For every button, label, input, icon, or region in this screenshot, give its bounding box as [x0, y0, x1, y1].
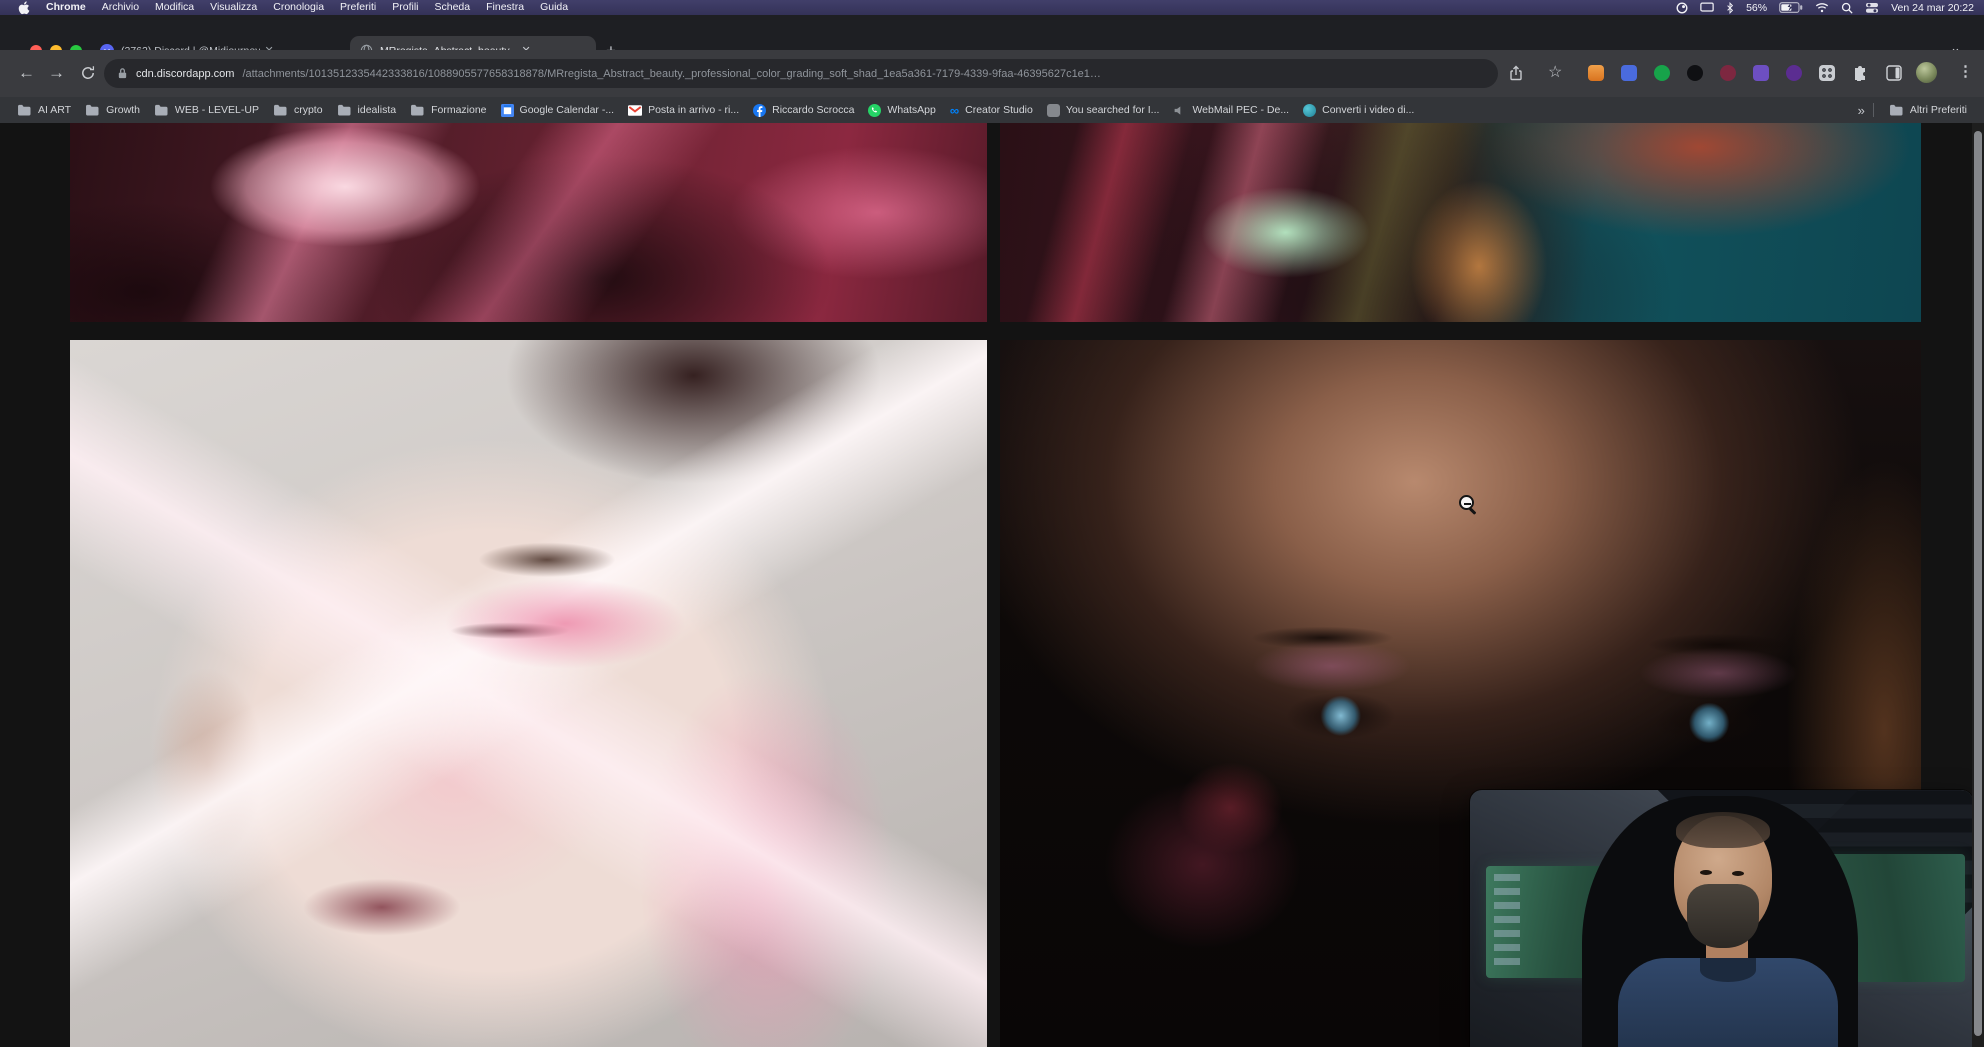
- bookmark-star-icon[interactable]: ☆: [1548, 62, 1562, 82]
- battery-icon[interactable]: [1779, 2, 1803, 13]
- menu-preferiti[interactable]: Preferiti: [332, 0, 384, 15]
- presenter-collar: [1700, 958, 1756, 982]
- bluetooth-icon[interactable]: [1726, 2, 1734, 14]
- folder-icon: [154, 104, 169, 116]
- menu-profili[interactable]: Profili: [384, 0, 426, 15]
- macos-menu-bar: Chrome Archivio Modifica Visualizza Cron…: [0, 0, 1984, 15]
- back-button[interactable]: ←: [18, 64, 35, 81]
- menu-finestra[interactable]: Finestra: [478, 0, 532, 15]
- generated-image-top-right: [1000, 123, 1921, 322]
- url-host: cdn.discordapp.com: [136, 68, 234, 80]
- obs-status-icon[interactable]: [1676, 2, 1688, 14]
- folder-icon: [85, 104, 100, 116]
- background-monitor-left-icons: [1494, 874, 1520, 970]
- folder-icon: [273, 104, 288, 116]
- presenter-beard: [1687, 884, 1759, 948]
- forward-button[interactable]: →: [48, 64, 65, 81]
- bookmark-gmail-inbox[interactable]: Posta in arrivo - ri...: [621, 100, 746, 120]
- menu-app-name[interactable]: Chrome: [38, 0, 94, 15]
- zoom-out-cursor: [1459, 495, 1474, 510]
- menu-modifica[interactable]: Modifica: [147, 0, 202, 15]
- bookmark-webmail-pec[interactable]: WebMail PEC - De...: [1166, 100, 1296, 120]
- green-extension-icon[interactable]: [1654, 65, 1670, 81]
- bookmark-folder-crypto[interactable]: crypto: [266, 100, 330, 120]
- bookmark-folder-formazione[interactable]: Formazione: [403, 100, 493, 120]
- battery-percent: 56%: [1746, 2, 1767, 14]
- side-panel-icon[interactable]: [1886, 65, 1902, 81]
- presenter-eye: [1700, 870, 1712, 875]
- bookmark-folder-growth[interactable]: Growth: [78, 100, 147, 120]
- purple-extension-icon[interactable]: [1753, 65, 1769, 81]
- bookmark-whatsapp[interactable]: WhatsApp: [861, 100, 942, 120]
- bookmark-folder-ai-art[interactable]: AI ART: [10, 100, 78, 120]
- lock-icon[interactable]: [117, 67, 128, 80]
- extensions-puzzle-icon[interactable]: [1852, 65, 1868, 81]
- blue-extension-icon[interactable]: [1621, 65, 1637, 81]
- generic-site-icon: [1047, 104, 1060, 117]
- display-icon[interactable]: [1700, 2, 1714, 13]
- apple-menu-icon[interactable]: [10, 1, 38, 15]
- folder-icon: [17, 104, 32, 116]
- gmail-icon: [628, 105, 642, 116]
- meta-infinity-icon: ∞: [950, 104, 959, 117]
- generated-image-bottom-left: [70, 340, 987, 1047]
- facebook-icon: [753, 104, 766, 117]
- url-path: /attachments/1013512335442333816/1088905…: [242, 68, 1485, 80]
- folder-icon: [1889, 104, 1904, 116]
- violet-extension-icon[interactable]: [1786, 65, 1802, 81]
- bookmark-converti-video[interactable]: Converti i video di...: [1296, 100, 1421, 120]
- bookmarks-overflow-chevron[interactable]: »: [1858, 103, 1865, 118]
- dark-extension-icon[interactable]: [1687, 65, 1703, 81]
- generated-image-top-left: [70, 123, 987, 322]
- address-bar[interactable]: cdn.discordapp.com/attachments/101351233…: [104, 59, 1498, 88]
- spotlight-search-icon[interactable]: [1841, 2, 1853, 14]
- menu-cronologia[interactable]: Cronologia: [265, 0, 332, 15]
- webcam-overlay: [1470, 790, 1973, 1047]
- folder-icon: [410, 104, 425, 116]
- extensions-row: [1588, 65, 1868, 81]
- bookmarks-separator: [1873, 103, 1874, 117]
- menu-archivio[interactable]: Archivio: [94, 0, 147, 15]
- wifi-icon[interactable]: [1815, 2, 1829, 13]
- bookmark-you-searched[interactable]: You searched for I...: [1040, 100, 1167, 120]
- profile-avatar[interactable]: [1916, 62, 1937, 83]
- bookmark-facebook-profile[interactable]: Riccardo Scrocca: [746, 100, 861, 120]
- presenter-hair: [1676, 812, 1770, 848]
- bookmark-google-calendar[interactable]: Google Calendar -...: [494, 100, 622, 120]
- chrome-menu-kebab-icon[interactable]: ⋮: [1958, 62, 1973, 80]
- maroon-extension-icon[interactable]: [1720, 65, 1736, 81]
- google-calendar-icon: [501, 104, 514, 117]
- control-center-icon[interactable]: [1865, 2, 1879, 14]
- menu-visualizza[interactable]: Visualizza: [202, 0, 265, 15]
- grid-extension-icon[interactable]: [1819, 65, 1835, 81]
- bookmark-folder-idealista[interactable]: idealista: [330, 100, 404, 120]
- reload-button[interactable]: [80, 65, 96, 81]
- speaker-icon: [1173, 104, 1186, 117]
- bookmark-creator-studio[interactable]: ∞Creator Studio: [943, 100, 1040, 120]
- metamask-extension-icon[interactable]: [1588, 65, 1604, 81]
- menu-guida[interactable]: Guida: [532, 0, 576, 15]
- menu-scheda[interactable]: Scheda: [427, 0, 479, 15]
- whatsapp-icon: [868, 104, 881, 117]
- bookmarks-bar: AI ART Growth WEB - LEVEL-UP crypto idea…: [0, 97, 1984, 123]
- scrollbar-thumb[interactable]: [1974, 131, 1982, 1036]
- page-scrollbar[interactable]: [1972, 123, 1984, 1047]
- folder-icon: [337, 104, 352, 116]
- chrome-toolbar: ← → cdn.discordapp.com/attachments/10135…: [0, 50, 1984, 97]
- converter-site-icon: [1303, 104, 1316, 117]
- other-bookmarks-folder[interactable]: Altri Preferiti: [1882, 100, 1974, 120]
- presenter-eye: [1732, 871, 1744, 876]
- chrome-tab-strip: (2762) Discord | @Midjourney ✕ MRregista…: [0, 15, 1984, 50]
- menu-bar-clock[interactable]: Ven 24 mar 20:22: [1891, 2, 1974, 14]
- share-icon[interactable]: [1508, 64, 1524, 82]
- bookmark-folder-web-level-up[interactable]: WEB - LEVEL-UP: [147, 100, 266, 120]
